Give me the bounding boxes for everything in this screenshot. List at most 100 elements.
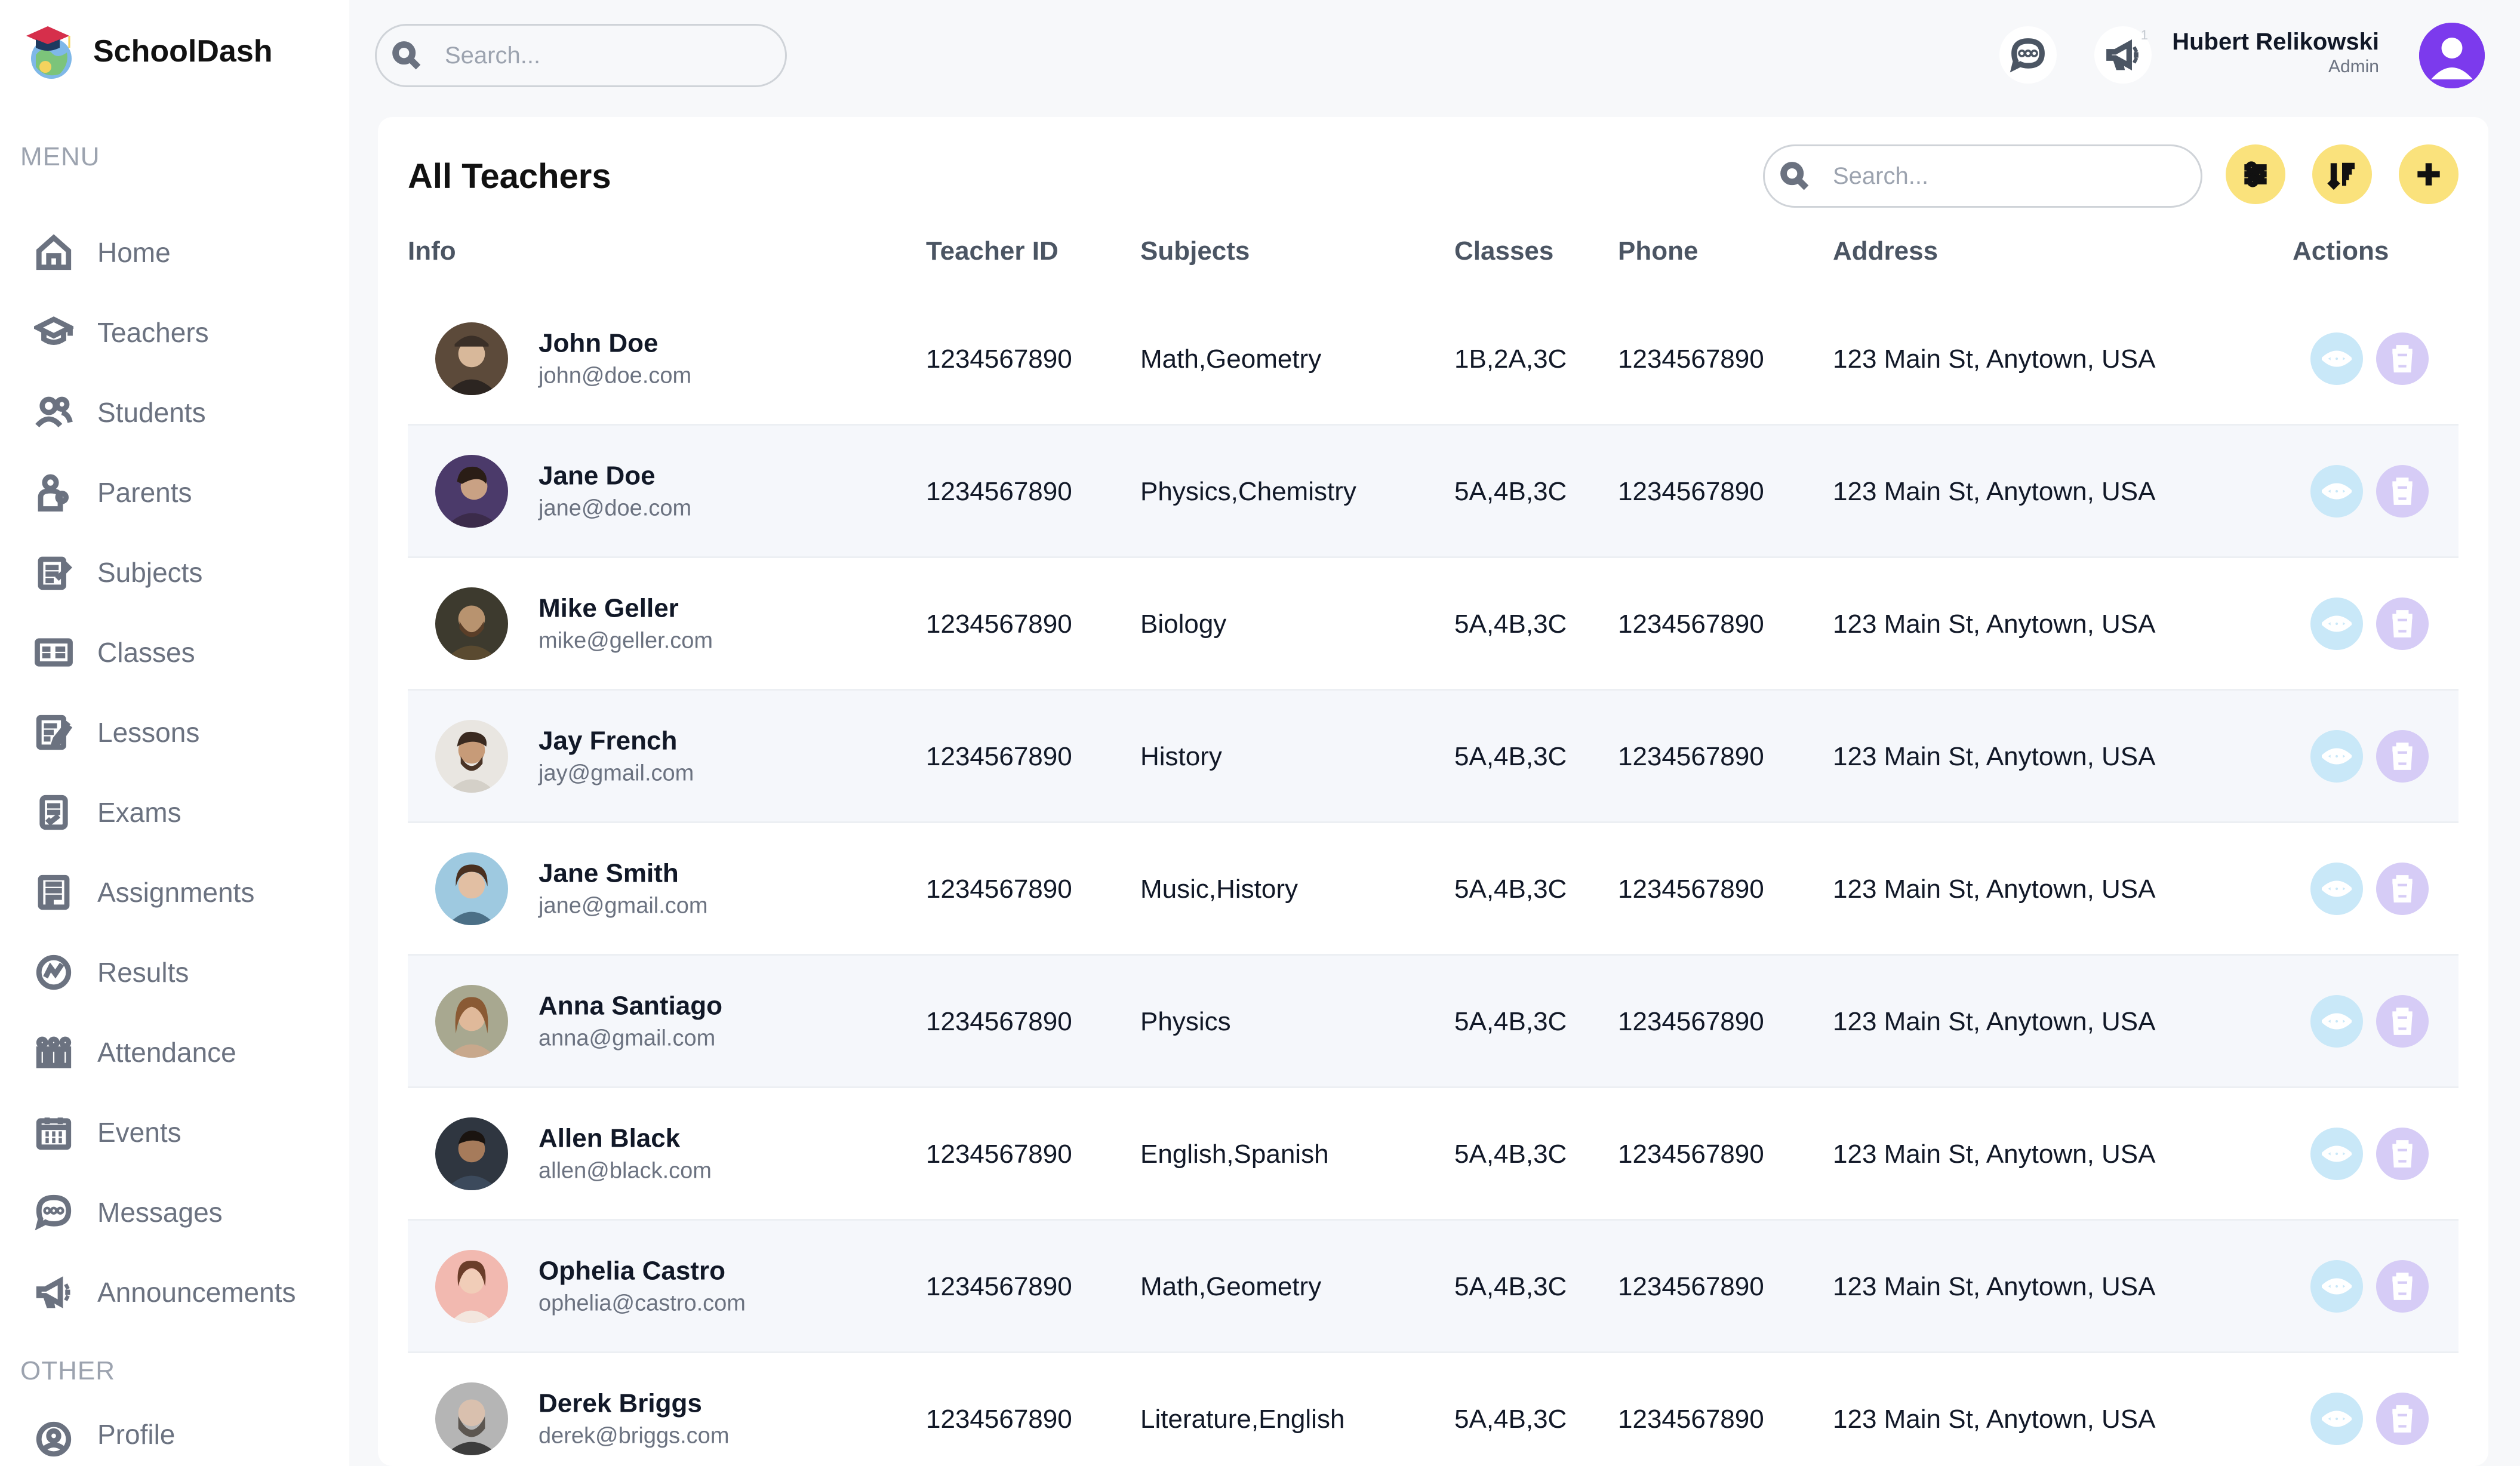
sidebar-item-classes[interactable]: Classes <box>0 612 349 692</box>
page-title: All Teachers <box>408 157 611 196</box>
delete-button[interactable] <box>2376 332 2429 385</box>
user-avatar[interactable] <box>2419 23 2485 88</box>
delete-button[interactable] <box>2376 729 2429 783</box>
sidebar-item-teachers[interactable]: Teachers <box>0 292 349 372</box>
announcements-button[interactable]: 1 <box>2094 26 2152 84</box>
view-button[interactable] <box>2310 729 2363 783</box>
table-search-input[interactable] <box>1833 162 2191 190</box>
sidebar-item-announcements[interactable]: Announcements <box>0 1252 349 1332</box>
subjects-cell: Literature,English <box>1140 1405 1345 1434</box>
sidebar-item-attendance[interactable]: Attendance <box>0 1012 349 1092</box>
eye-icon <box>2322 482 2352 500</box>
column-header-teacher-id[interactable]: Teacher ID <box>926 236 1059 266</box>
column-header-phone[interactable]: Phone <box>1618 236 1698 266</box>
phone-cell: 1234567890 <box>1618 344 1764 374</box>
sidebar-item-label: Teachers <box>97 317 209 348</box>
eye-icon <box>2322 1145 2352 1162</box>
teacher-id-cell: 1234567890 <box>926 874 1072 904</box>
teacher-info: Anna Santiago anna@gmail.com <box>539 991 722 1051</box>
teacher-email: allen@black.com <box>539 1158 712 1183</box>
lessons-icon <box>33 712 75 753</box>
teacher-id-cell: 1234567890 <box>926 1405 1072 1434</box>
teacher-id-cell: 1234567890 <box>926 344 1072 374</box>
teacher-name: Anna Santiago <box>539 991 723 1020</box>
user-name: Hubert Relikowski <box>2172 29 2379 55</box>
exams-icon <box>33 791 75 833</box>
view-button[interactable] <box>2310 1259 2363 1313</box>
table-row[interactable]: Jay French jay@gmail.com 1234567890 Hist… <box>408 691 2459 823</box>
address-cell: 123 Main St, Anytown, USA <box>1833 1007 2156 1036</box>
calendar-icon <box>33 1111 75 1153</box>
sidebar-item-assignments[interactable]: Assignments <box>0 852 349 932</box>
table-row[interactable]: Anna Santiago anna@gmail.com 1234567890 … <box>408 956 2459 1088</box>
column-header-actions[interactable]: Actions <box>2293 236 2389 266</box>
sidebar-item-events[interactable]: Events <box>0 1092 349 1172</box>
view-button[interactable] <box>2310 1127 2363 1180</box>
sort-button[interactable] <box>2312 144 2372 204</box>
delete-button[interactable] <box>2376 1392 2429 1445</box>
delete-button[interactable] <box>2376 1127 2429 1180</box>
view-button[interactable] <box>2310 994 2363 1048</box>
sidebar-item-messages[interactable]: Messages <box>0 1172 349 1252</box>
user-info: Hubert Relikowski Admin <box>2172 29 2379 77</box>
teacher-email: ophelia@castro.com <box>539 1291 746 1316</box>
view-button[interactable] <box>2310 862 2363 915</box>
sidebar-item-lessons[interactable]: Lessons <box>0 692 349 772</box>
parents-icon <box>33 472 75 513</box>
phone-cell: 1234567890 <box>1618 742 1764 771</box>
column-header-classes[interactable]: Classes <box>1454 236 1553 266</box>
teacher-email: anna@gmail.com <box>539 1025 716 1051</box>
trash-icon <box>2392 477 2413 505</box>
table-row[interactable]: Derek Briggs derek@briggs.com 1234567890… <box>408 1353 2459 1466</box>
teacher-avatar <box>435 587 508 660</box>
delete-button[interactable] <box>2376 862 2429 915</box>
teacher-avatar <box>435 1249 508 1323</box>
plus-icon <box>2417 163 2440 186</box>
table-row[interactable]: Allen Black allen@black.com 1234567890 E… <box>408 1088 2459 1221</box>
eye-icon <box>2322 747 2352 765</box>
table-row[interactable]: Jane Smith jane@gmail.com 1234567890 Mus… <box>408 823 2459 956</box>
sidebar-item-students[interactable]: Students <box>0 372 349 452</box>
delete-button[interactable] <box>2376 994 2429 1048</box>
delete-button[interactable] <box>2376 1259 2429 1313</box>
teacher-info: Ophelia Castro ophelia@castro.com <box>539 1256 746 1316</box>
messages-button[interactable] <box>1999 26 2057 84</box>
sidebar-item-parents[interactable]: Parents <box>0 452 349 532</box>
teacher-id-cell: 1234567890 <box>926 1272 1072 1301</box>
column-header-subjects[interactable]: Subjects <box>1140 236 1250 266</box>
teacher-email: derek@briggs.com <box>539 1423 730 1448</box>
filter-button[interactable] <box>2226 144 2285 204</box>
teacher-id-cell: 1234567890 <box>926 477 1072 506</box>
address-cell: 123 Main St, Anytown, USA <box>1833 1272 2156 1301</box>
add-teacher-button[interactable] <box>2399 144 2459 204</box>
table-search[interactable] <box>1763 144 2202 208</box>
sidebar-item-results[interactable]: Results <box>0 932 349 1012</box>
global-search-input[interactable] <box>445 42 779 69</box>
column-header-info[interactable]: Info <box>408 236 456 266</box>
teacher-id-cell: 1234567890 <box>926 1139 1072 1169</box>
view-button[interactable] <box>2310 332 2363 385</box>
table-row[interactable]: Ophelia Castro ophelia@castro.com 123456… <box>408 1221 2459 1353</box>
view-button[interactable] <box>2310 1392 2363 1445</box>
sidebar-item-label: Home <box>97 237 171 268</box>
table-row[interactable]: John Doe john@doe.com 1234567890 Math,Ge… <box>408 293 2459 426</box>
phone-cell: 1234567890 <box>1618 874 1764 904</box>
sidebar-item-profile[interactable]: Profile <box>0 1418 349 1466</box>
sidebar: SchoolDash MENU Home Teachers Students P… <box>0 0 349 1466</box>
brand[interactable]: SchoolDash <box>21 21 273 81</box>
teacher-avatar <box>435 852 508 925</box>
sidebar-item-subjects[interactable]: Subjects <box>0 532 349 612</box>
sidebar-item-label: Profile <box>97 1419 176 1450</box>
sidebar-item-label: Lessons <box>97 717 200 748</box>
view-button[interactable] <box>2310 597 2363 650</box>
delete-button[interactable] <box>2376 597 2429 650</box>
column-header-address[interactable]: Address <box>1833 236 1938 266</box>
table-row[interactable]: Jane Doe jane@doe.com 1234567890 Physics… <box>408 426 2459 558</box>
table-row[interactable]: Mike Geller mike@geller.com 1234567890 B… <box>408 558 2459 691</box>
sidebar-item-home[interactable]: Home <box>0 212 349 292</box>
subjects-cell: Music,History <box>1140 874 1299 904</box>
sidebar-item-exams[interactable]: Exams <box>0 772 349 852</box>
view-button[interactable] <box>2310 464 2363 518</box>
delete-button[interactable] <box>2376 464 2429 518</box>
global-search[interactable] <box>375 24 787 87</box>
